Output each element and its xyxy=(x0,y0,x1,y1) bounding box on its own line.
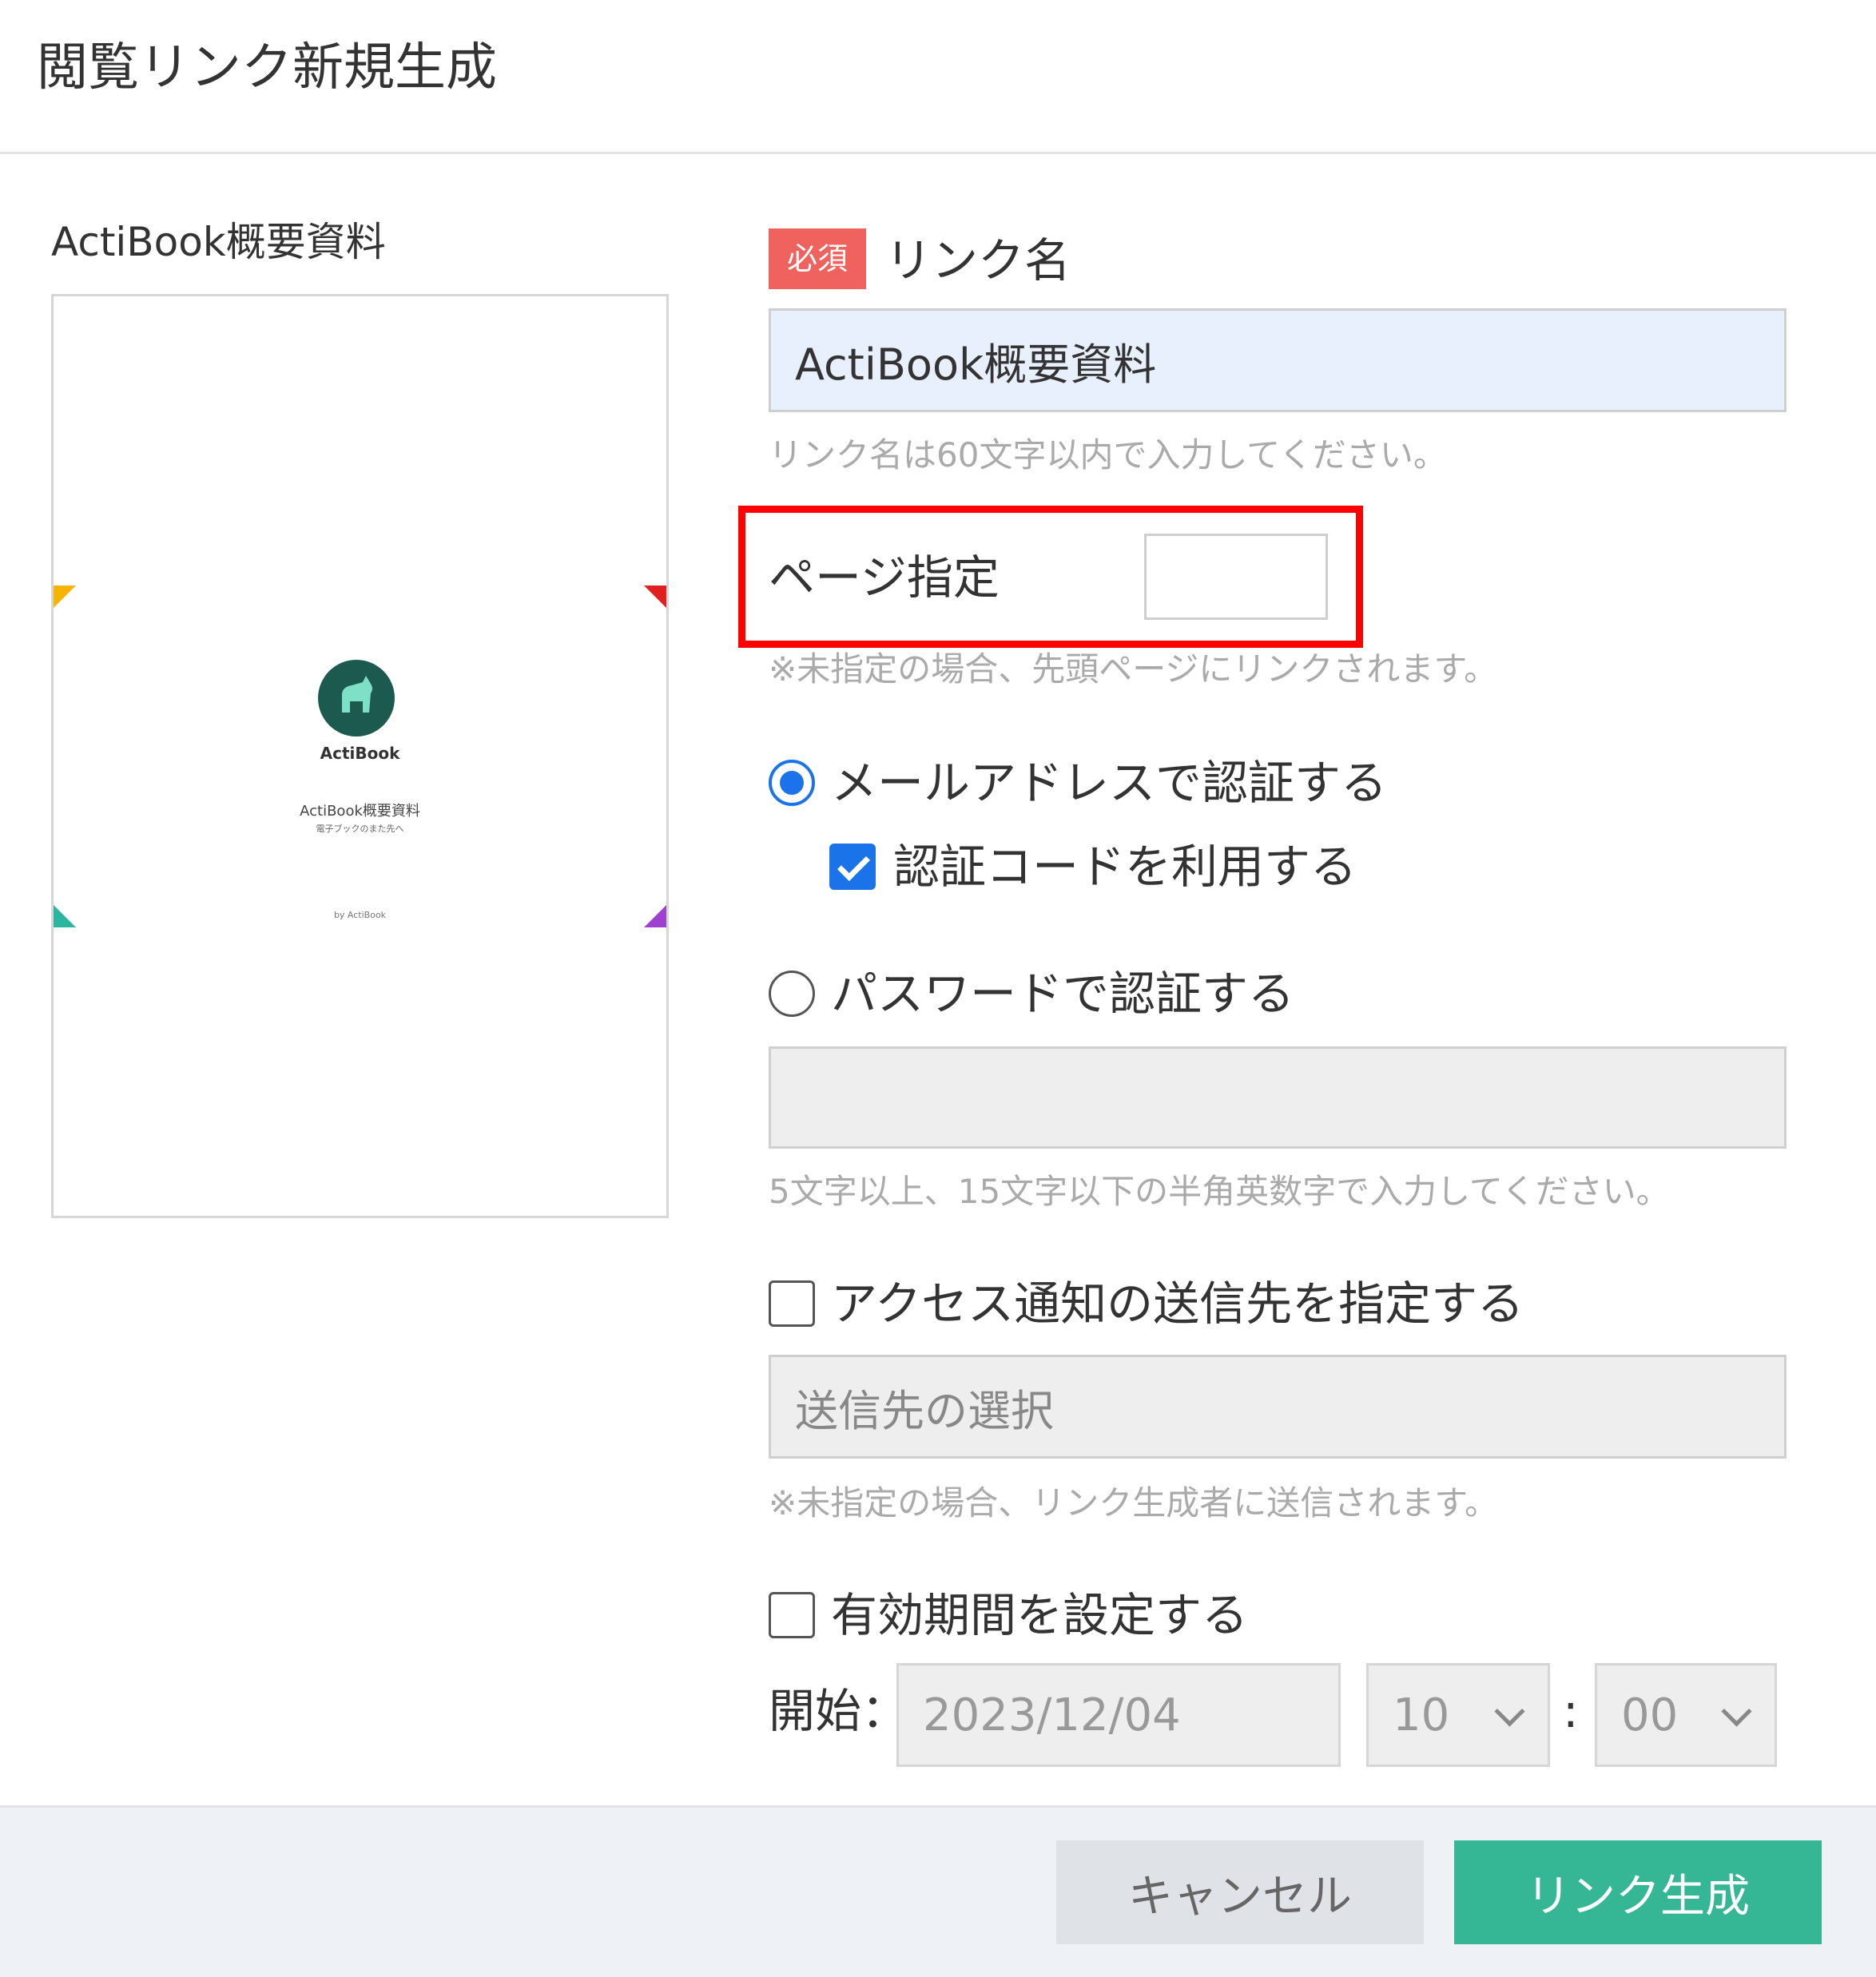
actibook-logo-icon xyxy=(318,660,395,736)
start-label: 開始： xyxy=(769,1684,908,1738)
auth-code-label[interactable]: 認証コードを利用する xyxy=(893,835,1357,899)
corner-decoration-top-right xyxy=(644,586,666,608)
start-date-input[interactable]: 2023/12/04 xyxy=(896,1663,1341,1767)
link-name-input[interactable]: ActiBook概要資料 xyxy=(769,308,1787,412)
cover-subtitle: 電子ブックのまた先へ xyxy=(316,824,404,834)
chevron-down-icon xyxy=(1721,1696,1752,1727)
corner-decoration-top-left xyxy=(54,586,76,608)
document-preview: ActiBook ActiBook概要資料 電子ブックのまた先へ by Acti… xyxy=(51,294,669,1218)
cover-title: ActiBook概要資料 xyxy=(300,803,420,820)
expiry-label[interactable]: 有効期間を設定する xyxy=(831,1583,1248,1647)
dialog-title: 閲覧リンク新規生成 xyxy=(37,38,497,97)
chevron-down-icon xyxy=(1494,1696,1525,1727)
start-minute-select[interactable]: 00 xyxy=(1595,1663,1777,1767)
password-hint: 5文字以上、15文字以下の半角英数字で入力してください。 xyxy=(769,1172,1670,1211)
auth-password-label[interactable]: パスワードで認証する xyxy=(831,962,1294,1026)
required-badge: 必須 xyxy=(769,228,866,289)
password-input[interactable] xyxy=(769,1046,1787,1149)
link-name-hint: リンク名は60文字以内で入力してください。 xyxy=(769,435,1447,474)
highlight-box xyxy=(738,506,1363,648)
page-hint: ※未指定の場合、先頭ページにリンクされます。 xyxy=(769,649,1498,689)
time-separator: : xyxy=(1563,1684,1579,1738)
auth-email-label[interactable]: メールアドレスで認証する xyxy=(831,751,1387,815)
auth-code-checkbox[interactable] xyxy=(829,844,876,890)
cancel-button[interactable]: キャンセル xyxy=(1056,1840,1424,1944)
create-link-button[interactable]: リンク生成 xyxy=(1454,1840,1822,1944)
header-divider xyxy=(0,152,1876,154)
notify-hint: ※未指定の場合、リンク生成者に送信されます。 xyxy=(769,1483,1498,1522)
expiry-checkbox[interactable] xyxy=(769,1592,815,1638)
start-hour-select[interactable]: 10 xyxy=(1366,1663,1550,1767)
start-hour-value: 10 xyxy=(1393,1689,1450,1741)
auth-password-radio[interactable] xyxy=(769,971,815,1017)
notify-label[interactable]: アクセス通知の送信先を指定する xyxy=(831,1272,1524,1336)
link-name-label: リンク名 xyxy=(885,233,1071,288)
cover-logo-text: ActiBook xyxy=(320,744,400,763)
start-minute-value: 00 xyxy=(1621,1689,1679,1741)
document-name: ActiBook概要資料 xyxy=(51,219,386,265)
notify-checkbox[interactable] xyxy=(769,1280,815,1327)
cover-footer: by ActiBook xyxy=(333,910,387,920)
notify-recipient-select[interactable]: 送信先の選択 xyxy=(769,1355,1787,1459)
auth-email-radio[interactable] xyxy=(769,760,815,806)
